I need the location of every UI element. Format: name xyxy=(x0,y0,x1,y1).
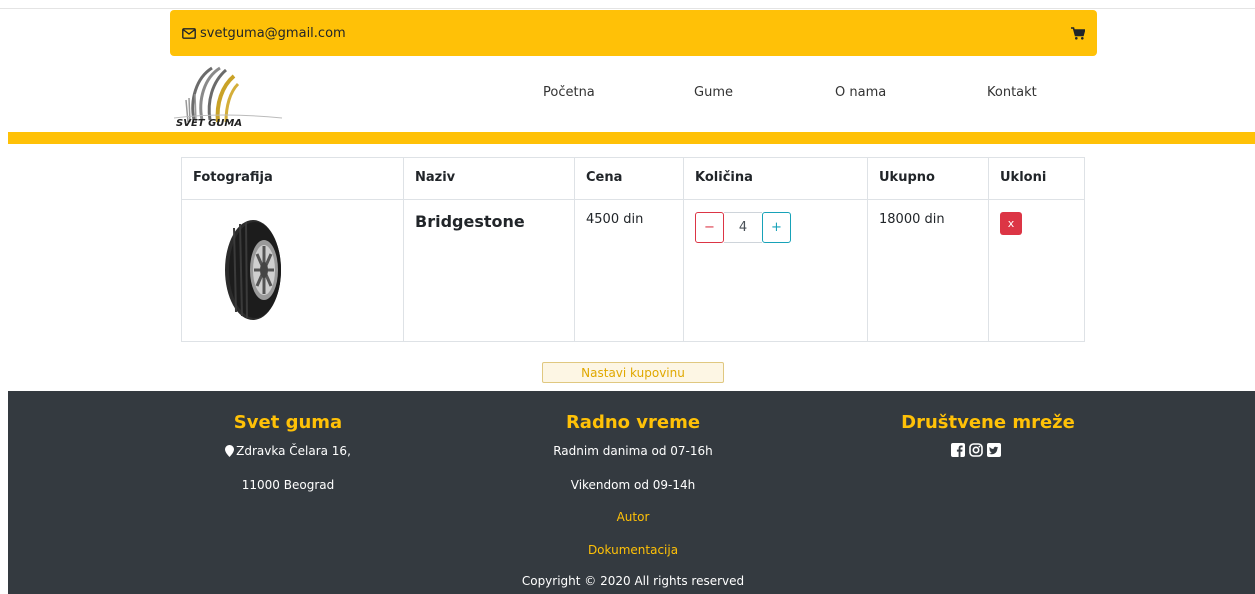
envelope-icon xyxy=(182,27,196,39)
col-header-total: Ukupno xyxy=(867,157,989,200)
footer-weekend-hours: Vikendom od 09-14h xyxy=(570,478,696,492)
footer-brand-title: Svet guma xyxy=(233,412,343,433)
header-accent-band xyxy=(8,132,1255,144)
nav-pocetna[interactable]: Početna xyxy=(543,85,595,100)
cart-icon[interactable] xyxy=(1071,26,1085,40)
product-photo-cell xyxy=(181,199,404,342)
footer-copyright: Copyright © 2020 All rights reserved xyxy=(521,574,745,588)
footer-hours-title: Radno vreme xyxy=(565,412,701,433)
quantity-value[interactable]: 4 xyxy=(724,212,762,243)
row-total: 18000 din xyxy=(879,212,945,227)
total-cell: 18000 din xyxy=(867,199,989,342)
instagram-icon[interactable] xyxy=(969,443,983,457)
footer: Svet guma Zdravka Čelara 16, 11000 Beogr… xyxy=(8,391,1255,594)
left-edge xyxy=(0,0,8,594)
product-price: 4500 din xyxy=(586,212,644,227)
remove-item-button[interactable]: x xyxy=(1000,212,1022,235)
col-header-name: Naziv xyxy=(403,157,575,200)
site-logo[interactable]: SVET GUMA xyxy=(172,60,284,129)
cart-table: Fotografija Naziv Cena Količina Ukupno U… xyxy=(181,157,1085,342)
table-row: Bridgestone 4500 din − 4 + 18000 din x xyxy=(181,199,1085,342)
decrease-quantity-button[interactable]: − xyxy=(695,212,724,243)
nav-o-nama[interactable]: O nama xyxy=(835,85,886,100)
facebook-icon[interactable] xyxy=(951,443,965,457)
map-marker-icon xyxy=(225,445,235,457)
nav-gume[interactable]: Gume xyxy=(694,85,733,100)
footer-social-title: Društvene mreže xyxy=(901,412,1075,433)
table-header-row: Fotografija Naziv Cena Količina Ukupno U… xyxy=(181,157,1085,200)
top-divider xyxy=(0,8,1255,9)
email-text: svetguma@gmail.com xyxy=(200,25,346,41)
social-links xyxy=(951,443,1001,457)
product-price-cell: 4500 din xyxy=(574,199,684,342)
quantity-cell: − 4 + xyxy=(683,199,868,342)
address-street: Zdravka Čelara 16, xyxy=(236,444,351,458)
footer-address-line2: 11000 Beograd xyxy=(241,478,335,492)
tire-logo-icon: SVET GUMA xyxy=(173,66,283,129)
contact-email[interactable]: svetguma@gmail.com xyxy=(182,26,346,41)
product-name: Bridgestone xyxy=(415,212,525,231)
col-header-price: Cena xyxy=(574,157,684,200)
footer-documentation-link[interactable]: Dokumentacija xyxy=(533,543,733,557)
product-name-cell: Bridgestone xyxy=(403,199,575,342)
col-header-photo: Fotografija xyxy=(181,157,404,200)
col-header-remove: Ukloni xyxy=(988,157,1085,200)
footer-author-link[interactable]: Autor xyxy=(533,510,733,524)
logo-text: SVET GUMA xyxy=(176,118,242,128)
top-bar: svetguma@gmail.com xyxy=(170,10,1097,56)
increase-quantity-button[interactable]: + xyxy=(762,212,791,243)
continue-shopping-button[interactable]: Nastavi kupovinu xyxy=(542,362,724,383)
footer-address-line1: Zdravka Čelara 16, xyxy=(188,444,388,458)
footer-weekdays-hours: Radnim danima od 07-16h xyxy=(553,444,713,458)
page: svetguma@gmail.com SVET GUMA Početna Gum… xyxy=(0,0,1255,594)
quantity-stepper: − 4 + xyxy=(695,212,856,243)
tire-product-image xyxy=(225,220,281,320)
remove-cell: x xyxy=(988,199,1085,342)
twitter-icon[interactable] xyxy=(987,443,1001,457)
col-header-quantity: Količina xyxy=(683,157,868,200)
nav-kontakt[interactable]: Kontakt xyxy=(987,85,1037,100)
